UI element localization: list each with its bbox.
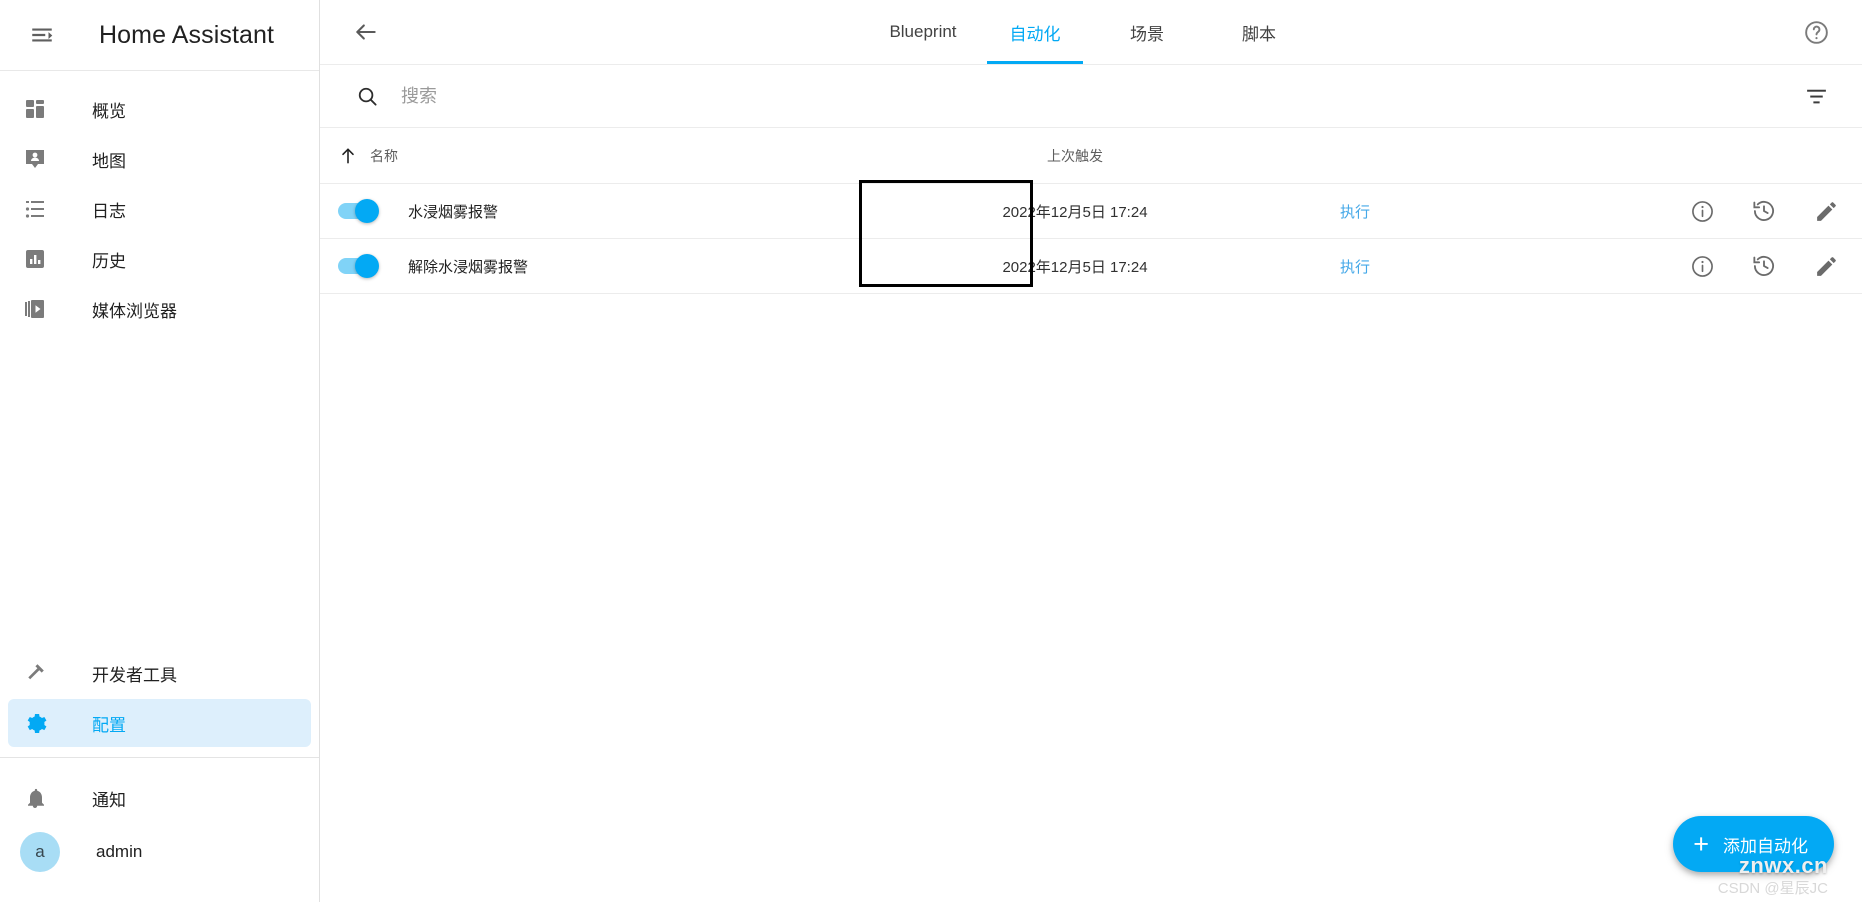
cell-execute: 执行 xyxy=(1240,201,1470,222)
sidebar-item-label: 历史 xyxy=(92,251,126,271)
app-title: Home Assistant xyxy=(99,20,275,49)
sidebar-item-map[interactable]: 地图 xyxy=(8,135,311,183)
column-header-name[interactable]: 名称 xyxy=(320,146,910,166)
dashboard-icon xyxy=(20,94,50,124)
media-browser-icon xyxy=(20,294,50,324)
add-automation-button[interactable]: + 添加自动化 xyxy=(1673,816,1834,872)
execute-link[interactable]: 执行 xyxy=(1340,201,1370,222)
logbook-list-icon xyxy=(20,194,50,224)
table-row[interactable]: 水浸烟雾报警 2022年12月5日 17:24 执行 xyxy=(320,184,1862,239)
automation-name: 水浸烟雾报警 xyxy=(408,203,499,221)
arrow-left-icon[interactable] xyxy=(342,8,390,56)
tab-label: 场景 xyxy=(1130,24,1164,44)
menu-collapse-icon[interactable] xyxy=(18,11,66,59)
toggle-knob xyxy=(355,254,379,278)
pencil-edit-icon[interactable] xyxy=(1812,197,1840,225)
tab-label: 自动化 xyxy=(1009,24,1061,44)
table-row[interactable]: 解除水浸烟雾报警 2022年12月5日 17:24 执行 xyxy=(320,239,1862,294)
column-header-name-label: 名称 xyxy=(370,147,398,164)
bell-icon xyxy=(20,783,50,813)
automation-name: 解除水浸烟雾报警 xyxy=(408,258,529,276)
sidebar-flex-gap xyxy=(0,335,319,647)
tab-scene[interactable]: 场景 xyxy=(1091,0,1203,64)
main-content: Blueprint 自动化 场景 脚本 搜索 名称 上次触发 水浸烟雾报警 20… xyxy=(320,0,1862,902)
cell-actions xyxy=(1470,252,1862,280)
sidebar-item-label: 日志 xyxy=(92,201,126,221)
map-marker-icon xyxy=(20,144,50,174)
automation-table: 名称 上次触发 水浸烟雾报警 2022年12月5日 17:24 执行 解除水浸烟… xyxy=(320,128,1862,294)
cell-name: 水浸烟雾报警 xyxy=(320,199,910,223)
sidebar-item-label: 配置 xyxy=(92,715,126,735)
cell-execute: 执行 xyxy=(1240,256,1470,277)
sidebar: Home Assistant 概览 地图 日志 历史 媒体浏览器 开发者工具 配… xyxy=(0,0,320,902)
cell-actions xyxy=(1470,197,1862,225)
plus-icon: + xyxy=(1693,828,1709,859)
cell-last-triggered: 2022年12月5日 17:24 xyxy=(1002,203,1148,221)
sidebar-item-label: 概览 xyxy=(92,101,126,121)
toggle-knob xyxy=(355,199,379,223)
tab-bar: Blueprint 自动化 场景 脚本 xyxy=(320,0,1862,64)
search-bar xyxy=(320,64,1862,128)
pencil-edit-icon[interactable] xyxy=(1812,252,1840,280)
sidebar-item-logbook[interactable]: 日志 xyxy=(8,185,311,233)
column-header-last-triggered-label: 上次触发 xyxy=(1047,147,1103,164)
sidebar-item-history[interactable]: 历史 xyxy=(8,235,311,283)
history-chart-icon xyxy=(20,244,50,274)
sidebar-item-label: 通知 xyxy=(92,790,126,810)
filter-icon[interactable] xyxy=(1794,74,1838,118)
history-icon[interactable] xyxy=(1750,252,1778,280)
tab-script[interactable]: 脚本 xyxy=(1203,0,1315,64)
execute-link[interactable]: 执行 xyxy=(1340,256,1370,277)
sidebar-item-overview[interactable]: 概览 xyxy=(8,85,311,133)
search-input[interactable] xyxy=(401,85,1794,107)
user-name: admin xyxy=(96,842,143,861)
app-root: Home Assistant 概览 地图 日志 历史 媒体浏览器 开发者工具 配… xyxy=(0,0,1862,902)
search-icon xyxy=(356,85,379,108)
automation-enable-toggle[interactable] xyxy=(338,199,379,223)
tab-label: 脚本 xyxy=(1242,24,1276,44)
tab-blueprint[interactable]: Blueprint xyxy=(867,0,979,64)
watermark-sub: CSDN @星辰JC xyxy=(1717,880,1828,897)
hammer-icon xyxy=(20,658,50,688)
cell-name: 解除水浸烟雾报警 xyxy=(320,254,910,278)
sidebar-item-notifications[interactable]: 通知 xyxy=(8,774,311,822)
automation-enable-toggle[interactable] xyxy=(338,254,379,278)
help-circle-icon[interactable] xyxy=(1792,8,1840,56)
avatar: a xyxy=(20,832,60,872)
info-icon[interactable] xyxy=(1688,252,1716,280)
history-icon[interactable] xyxy=(1750,197,1778,225)
tab-label: Blueprint xyxy=(889,22,957,41)
sidebar-header: Home Assistant xyxy=(0,0,319,71)
sidebar-item-developer-tools[interactable]: 开发者工具 xyxy=(8,649,311,697)
table-header-row: 名称 上次触发 xyxy=(320,128,1862,184)
add-automation-label: 添加自动化 xyxy=(1723,836,1808,856)
sidebar-user-profile[interactable]: a admin xyxy=(0,824,319,880)
sidebar-item-configuration[interactable]: 配置 xyxy=(8,699,311,747)
sidebar-bottom-nav: 开发者工具 配置 通知 a admin xyxy=(0,647,319,902)
column-header-last-triggered[interactable]: 上次触发 xyxy=(910,146,1240,166)
sidebar-item-label: 媒体浏览器 xyxy=(92,301,177,321)
sidebar-item-label: 地图 xyxy=(92,151,126,171)
sidebar-nav: 概览 地图 日志 历史 媒体浏览器 xyxy=(0,71,319,335)
info-icon[interactable] xyxy=(1688,197,1716,225)
sort-ascending-arrow-icon[interactable] xyxy=(338,146,358,166)
tab-automation[interactable]: 自动化 xyxy=(979,0,1091,64)
top-toolbar: Blueprint 自动化 场景 脚本 xyxy=(320,0,1862,64)
sidebar-item-label: 开发者工具 xyxy=(92,665,177,685)
sidebar-item-media-browser[interactable]: 媒体浏览器 xyxy=(8,285,311,333)
cell-last-triggered: 2022年12月5日 17:24 xyxy=(1002,258,1148,276)
sidebar-divider xyxy=(0,757,319,758)
gear-icon xyxy=(20,708,50,738)
